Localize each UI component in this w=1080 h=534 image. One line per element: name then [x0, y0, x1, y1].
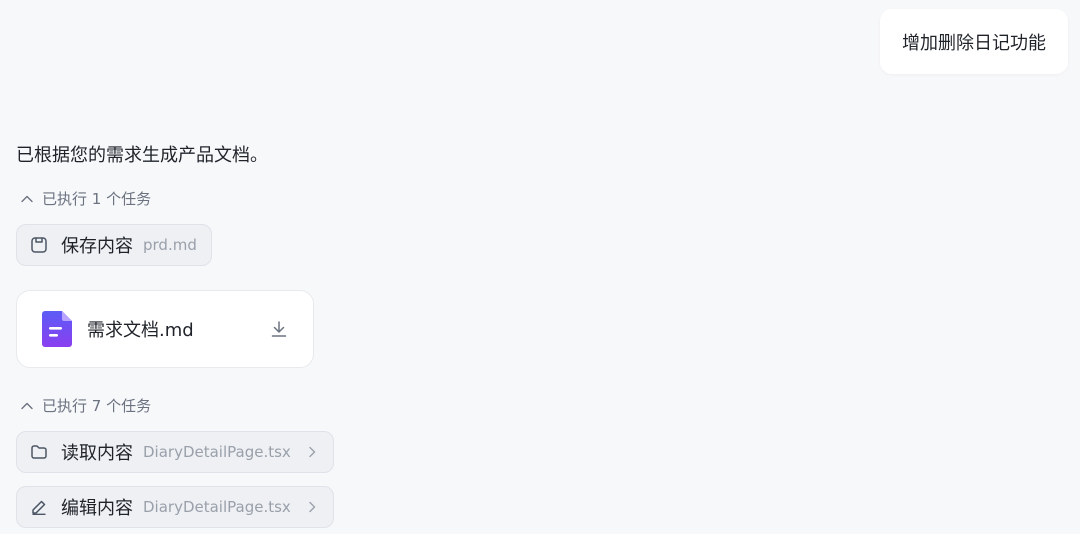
- file-card[interactable]: 需求文档.md: [16, 290, 314, 368]
- task-chip-save-label: 保存内容: [61, 236, 133, 257]
- task-group-1-toggle[interactable]: 已执行 1 个任务: [20, 188, 151, 209]
- task-chip-edit[interactable]: 编辑内容 DiaryDetailPage.tsx: [16, 486, 334, 528]
- user-message-text: 增加删除日记功能: [902, 32, 1046, 54]
- pencil-icon: [29, 497, 49, 517]
- task-chip-read[interactable]: 读取内容 DiaryDetailPage.tsx: [16, 431, 334, 473]
- task-chip-read-label: 读取内容: [61, 443, 133, 464]
- save-icon: [29, 235, 49, 255]
- download-icon[interactable]: [269, 319, 289, 339]
- chevron-right-icon: [305, 445, 319, 459]
- task-chip-save-file: prd.md: [143, 236, 197, 254]
- assistant-reply-text: 已根据您的需求生成产品文档。: [16, 145, 268, 166]
- chevron-up-icon: [21, 402, 33, 409]
- chat-page: 增加删除日记功能 已根据您的需求生成产品文档。 已执行 1 个任务 保存内容 p…: [0, 0, 1080, 534]
- document-icon: [42, 311, 72, 347]
- chevron-up-icon: [21, 195, 33, 202]
- task-group-1-label: 已执行 1 个任务: [42, 190, 152, 208]
- task-group-2-label: 已执行 7 个任务: [42, 397, 152, 415]
- task-chip-edit-label: 编辑内容: [61, 498, 133, 519]
- task-group-2-toggle[interactable]: 已执行 7 个任务: [20, 395, 151, 416]
- file-card-name: 需求文档.md: [87, 320, 194, 341]
- task-chip-save[interactable]: 保存内容 prd.md: [16, 224, 212, 266]
- task-chip-read-file: DiaryDetailPage.tsx: [143, 443, 291, 461]
- user-message-bubble: 增加删除日记功能: [880, 9, 1068, 74]
- folder-icon: [29, 442, 49, 462]
- task-chip-edit-file: DiaryDetailPage.tsx: [143, 498, 291, 516]
- chevron-right-icon: [305, 500, 319, 514]
